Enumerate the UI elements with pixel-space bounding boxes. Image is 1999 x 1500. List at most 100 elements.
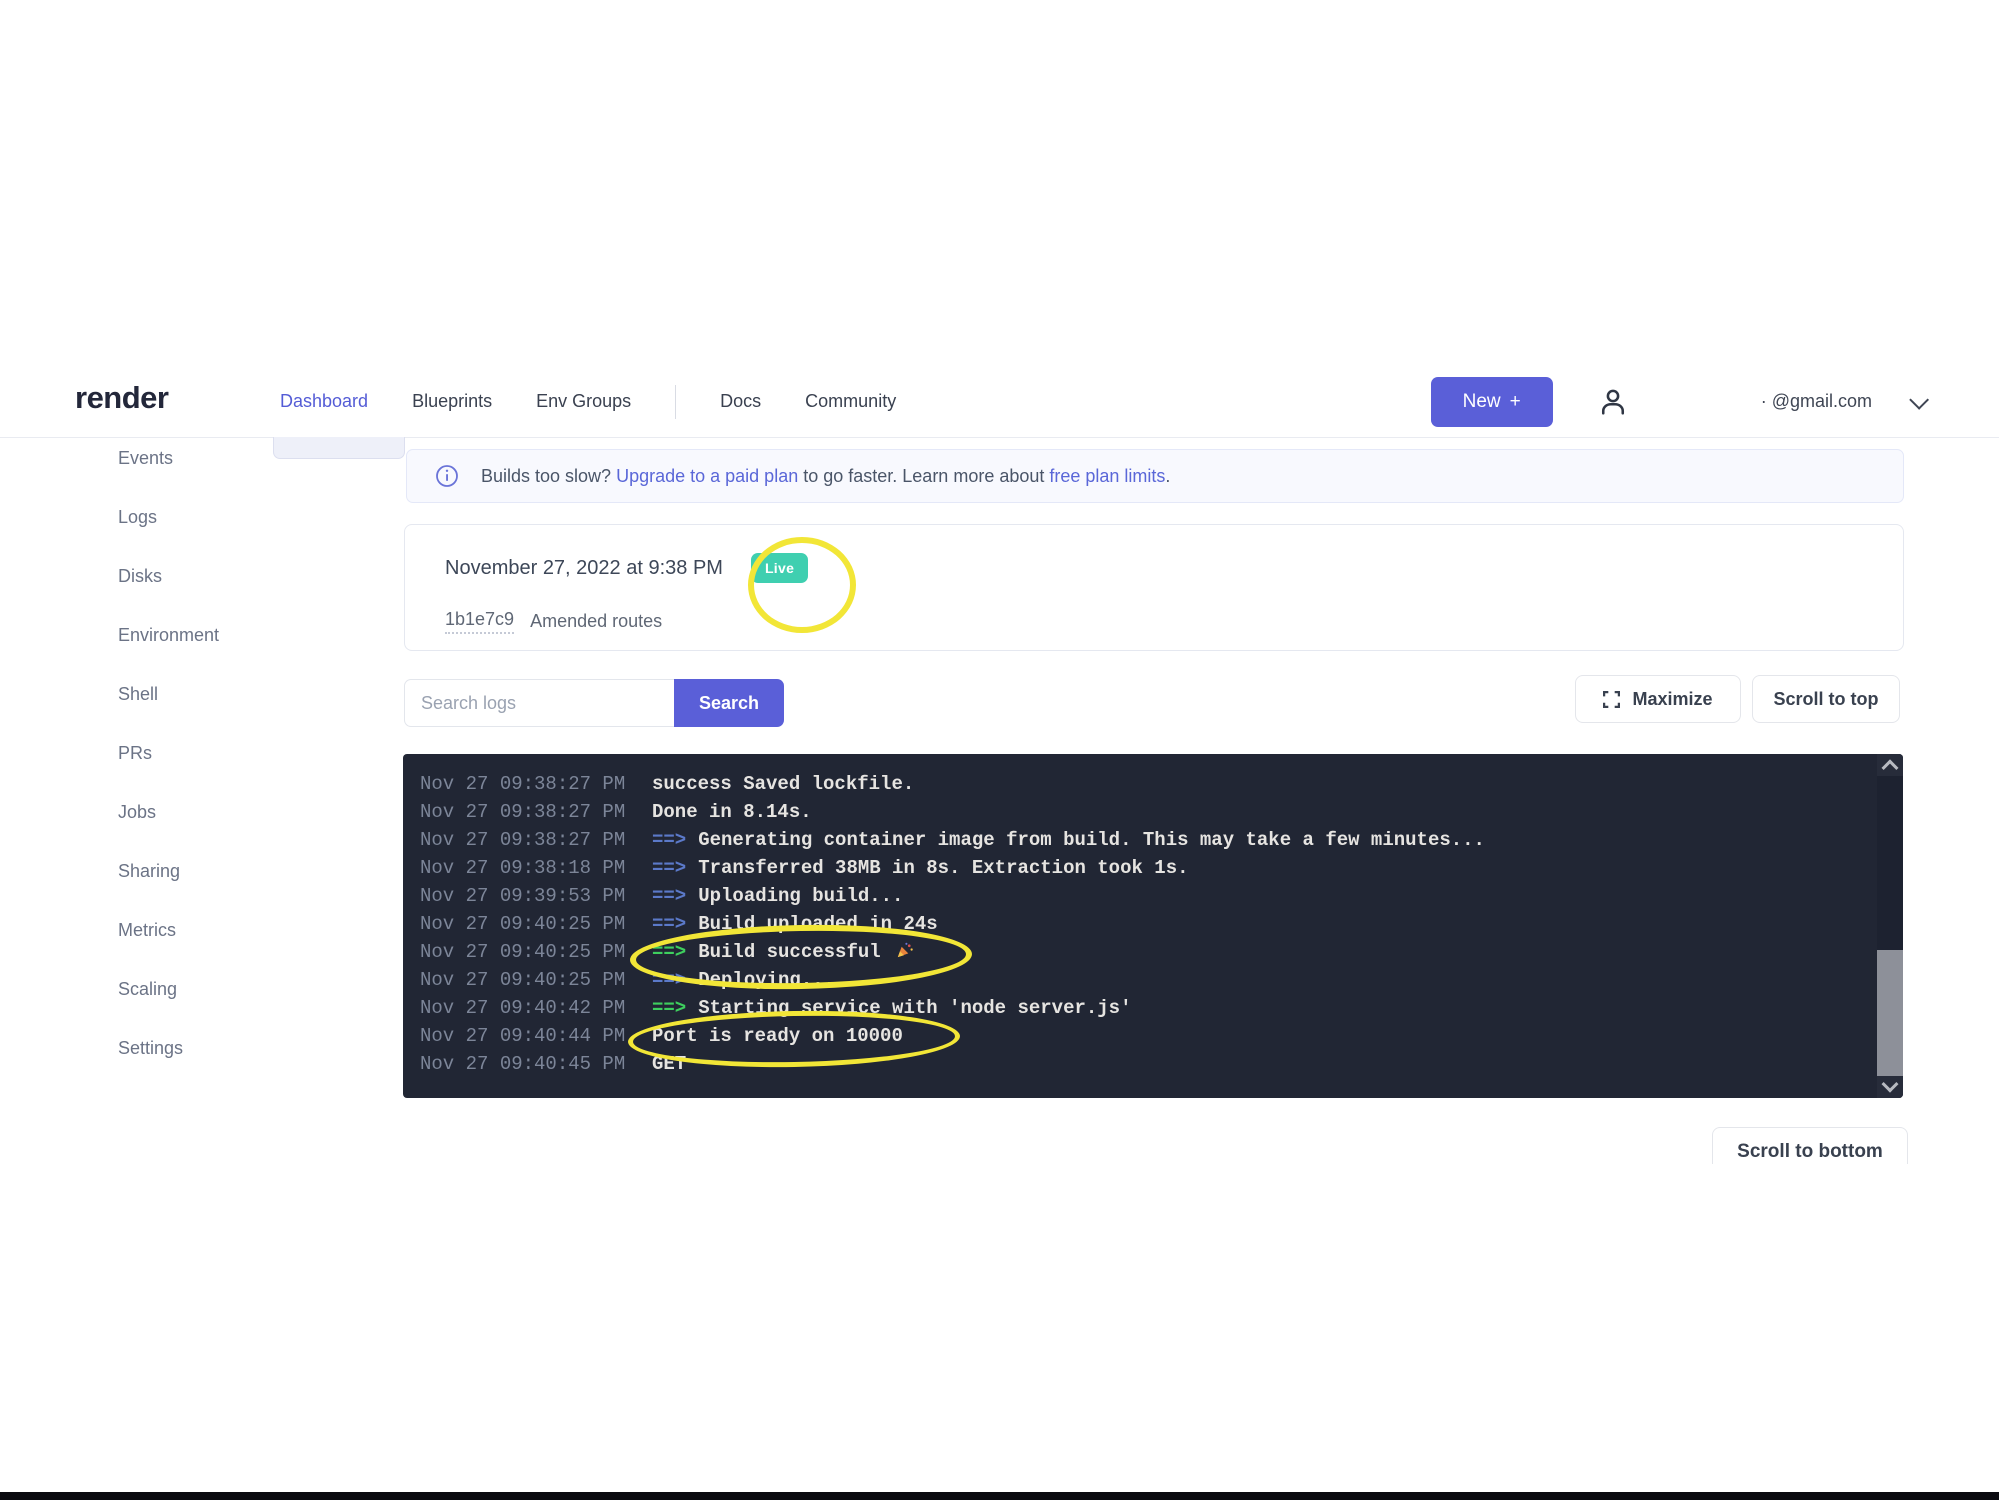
log-message: Starting service with 'node server.js': [698, 997, 1131, 1019]
sidebar-item[interactable]: Logs: [118, 507, 219, 566]
nav-item[interactable]: [675, 385, 676, 419]
log-line: Nov 27 09:40:44 PMPort is ready on 10000: [420, 1022, 1863, 1050]
chevron-down-icon[interactable]: [1909, 389, 1929, 409]
log-message: Done in 8.14s.: [652, 801, 812, 823]
log-message: Build successful: [698, 941, 880, 963]
sidebar-item[interactable]: Shell: [118, 684, 219, 743]
search-button[interactable]: Search: [674, 679, 784, 727]
log-message: Uploading build...: [698, 885, 903, 907]
upgrade-banner: Builds too slow? Upgrade to a paid plan …: [406, 449, 1904, 503]
render-logo[interactable]: render: [75, 380, 168, 416]
log-timestamp: Nov 27 09:40:25 PM: [420, 910, 652, 938]
log-timestamp: Nov 27 09:38:27 PM: [420, 770, 652, 798]
main-nav: Dashboard Blueprints Env Groups Docs Communi…: [280, 366, 896, 437]
top-nav-bar: render Dashboard Blueprints Env Groups Docs…: [0, 366, 1999, 438]
log-arrow: ==>: [652, 997, 686, 1019]
log-line: Nov 27 09:39:53 PM==> Uploading build...: [420, 882, 1863, 910]
sidebar-item[interactable]: Environment: [118, 625, 219, 684]
log-timestamp: Nov 27 09:40:25 PM: [420, 966, 652, 994]
header-right: New + · @gmail.com: [1431, 366, 1924, 437]
scrollbar-thumb[interactable]: [1877, 950, 1903, 1077]
scroll-to-top-button[interactable]: Scroll to top: [1752, 675, 1900, 723]
log-timestamp: Nov 27 09:38:18 PM: [420, 854, 652, 882]
user-icon[interactable]: [1595, 384, 1631, 420]
log-message: Build uploaded in 24s: [698, 913, 937, 935]
banner-segment: Builds too slow?: [481, 466, 616, 486]
banner-segment[interactable]: Upgrade to a paid plan: [616, 466, 798, 486]
screen-edge-bar: [0, 1492, 1999, 1500]
banner-segment: to go faster. Learn more about: [798, 466, 1049, 486]
log-line: Nov 27 09:38:18 PM==> Transferred 38MB in…: [420, 854, 1863, 882]
active-tab-indicator: [273, 437, 405, 459]
log-timestamp: Nov 27 09:40:44 PM: [420, 1022, 652, 1050]
log-message: GET: [652, 1053, 686, 1075]
log-message: Deploying...: [698, 969, 835, 991]
log-line: Nov 27 09:40:42 PM==> Starting service wi…: [420, 994, 1863, 1022]
banner-text: Builds too slow? Upgrade to a paid plan …: [481, 466, 1170, 487]
commit-row: 1b1e7c9 Amended routes: [445, 609, 662, 634]
party-popper-icon: [895, 941, 914, 969]
log-line: Nov 27 09:38:27 PMsuccess Saved lockfile…: [420, 770, 1863, 798]
log-lines: Nov 27 09:38:27 PMsuccess Saved lockfile…: [420, 770, 1863, 1078]
log-message: Generating container image from build. T…: [698, 829, 1485, 851]
banner-segment[interactable]: free plan limits: [1049, 466, 1165, 486]
log-line: Nov 27 09:40:45 PMGET: [420, 1050, 1863, 1078]
info-icon: [435, 464, 459, 488]
live-status-badge: Live: [751, 553, 808, 583]
sidebar-item[interactable]: Scaling: [118, 979, 219, 1038]
scrollbar-down-icon[interactable]: [1877, 1076, 1903, 1098]
maximize-button[interactable]: Maximize: [1575, 675, 1741, 723]
log-timestamp: Nov 27 09:38:27 PM: [420, 798, 652, 826]
nav-item[interactable]: Docs: [720, 391, 761, 412]
log-line: Nov 27 09:40:25 PM==> Deploying...: [420, 966, 1863, 994]
sidebar-item[interactable]: Metrics: [118, 920, 219, 979]
nav-item[interactable]: Community: [805, 391, 896, 412]
log-line: Nov 27 09:38:27 PM==> Generating containe…: [420, 826, 1863, 854]
log-arrow: ==>: [652, 857, 686, 879]
log-arrow: ==>: [652, 913, 686, 935]
log-message: Port is ready on 10000: [652, 1025, 903, 1047]
sidebar-item[interactable]: Disks: [118, 566, 219, 625]
nav-item[interactable]: Blueprints: [412, 391, 492, 412]
log-arrow: ==>: [652, 885, 686, 907]
log-arrow: ==>: [652, 969, 686, 991]
scrollbar-up-icon[interactable]: [1877, 754, 1903, 776]
terminal-scrollbar: [1877, 754, 1903, 1098]
log-message: Transferred 38MB in 8s. Extraction took …: [698, 857, 1188, 879]
log-line: Nov 27 09:40:25 PM==> Build uploaded in 2…: [420, 910, 1863, 938]
log-arrow: ==>: [652, 829, 686, 851]
log-timestamp: Nov 27 09:39:53 PM: [420, 882, 652, 910]
deploy-row: November 27, 2022 at 9:38 PM Live: [445, 553, 808, 583]
commit-message: Amended routes: [530, 611, 662, 632]
commit-hash-link[interactable]: 1b1e7c9: [445, 609, 514, 634]
log-line: Nov 27 09:40:25 PM==>Build successful: [420, 938, 1863, 966]
nav-item[interactable]: Dashboard: [280, 391, 368, 412]
nav-item[interactable]: Env Groups: [536, 391, 631, 412]
deploy-timestamp: November 27, 2022 at 9:38 PM: [445, 557, 723, 580]
log-timestamp: Nov 27 09:40:42 PM: [420, 994, 652, 1022]
log-message: success Saved lockfile.: [652, 773, 914, 795]
scroll-to-bottom-clip: Scroll to bottom: [1712, 1127, 1912, 1164]
log-line: Nov 27 09:38:27 PMDone in 8.14s.: [420, 798, 1863, 826]
account-email: · @gmail.com: [1761, 391, 1872, 412]
sidebar-item[interactable]: Sharing: [118, 861, 219, 920]
sidebar-item[interactable]: Events: [118, 448, 219, 507]
log-timestamp: Nov 27 09:40:45 PM: [420, 1050, 652, 1078]
sidebar-item[interactable]: Settings: [118, 1038, 219, 1097]
render-dashboard-page: render Dashboard Blueprints Env Groups Docs…: [0, 0, 1999, 1500]
log-terminal: Nov 27 09:38:27 PMsuccess Saved lockfile…: [403, 754, 1903, 1098]
new-button-label: New: [1463, 391, 1501, 413]
new-button[interactable]: New +: [1431, 377, 1553, 427]
log-search: Search: [404, 679, 784, 727]
service-sidebar: EventsLogsDisksEnvironmentShellPRsJobsSh…: [118, 448, 219, 1097]
log-timestamp: Nov 27 09:40:25 PM: [420, 938, 652, 966]
log-timestamp: Nov 27 09:38:27 PM: [420, 826, 652, 854]
deploy-card: November 27, 2022 at 9:38 PM Live 1b1e7c…: [404, 524, 1904, 651]
maximize-icon: [1603, 691, 1620, 708]
plus-icon: +: [1510, 391, 1521, 413]
sidebar-item[interactable]: PRs: [118, 743, 219, 802]
sidebar-item[interactable]: Jobs: [118, 802, 219, 861]
banner-segment: .: [1165, 466, 1170, 486]
search-input[interactable]: [404, 679, 674, 727]
scroll-to-bottom-button[interactable]: Scroll to bottom: [1712, 1127, 1908, 1164]
